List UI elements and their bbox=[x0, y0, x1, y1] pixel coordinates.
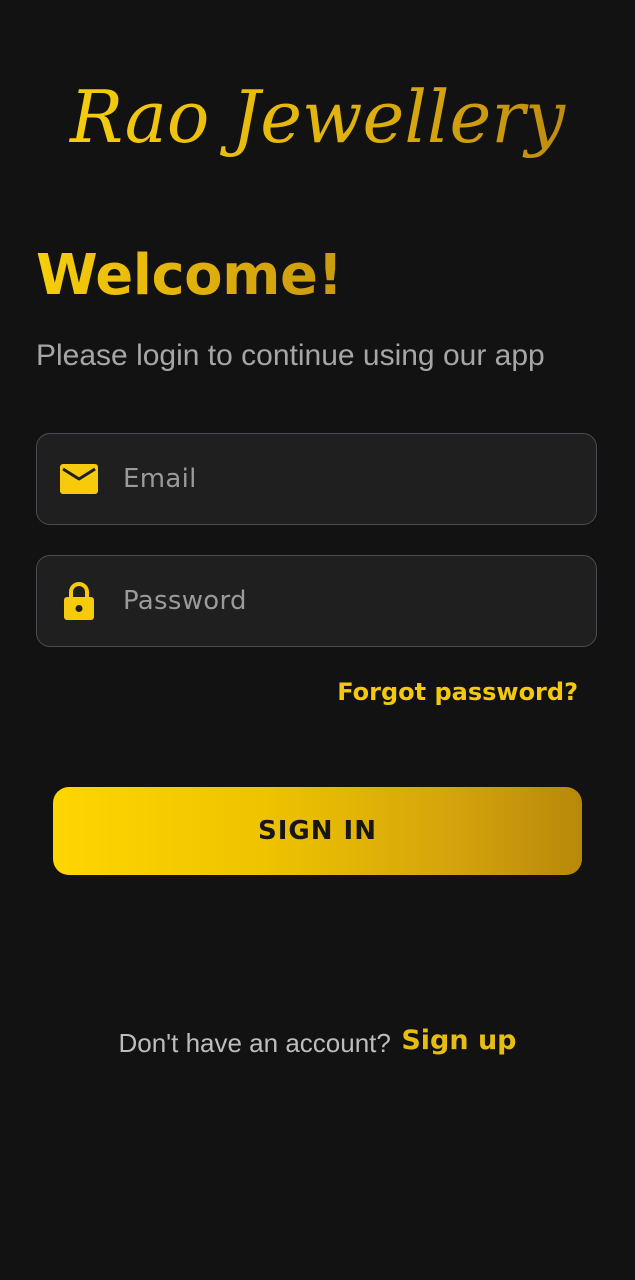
sign-up-link[interactable]: Sign up bbox=[401, 1025, 516, 1056]
welcome-title: Welcome! bbox=[36, 240, 343, 312]
signup-prompt: Don't have an account? bbox=[118, 1028, 391, 1058]
password-input[interactable] bbox=[121, 556, 576, 646]
login-screen: Rao Jewellery Welcome! Please login to c… bbox=[0, 0, 635, 1280]
lock-icon bbox=[59, 581, 99, 621]
sign-in-button[interactable]: SIGN IN bbox=[53, 787, 582, 875]
mail-icon bbox=[59, 459, 99, 499]
email-field[interactable] bbox=[36, 433, 597, 525]
brand-logo: Rao Jewellery bbox=[68, 75, 566, 159]
signup-row: Don't have an account? Sign up bbox=[0, 1025, 635, 1059]
login-subtitle: Please login to continue using our app bbox=[36, 339, 545, 372]
forgot-password-link[interactable]: Forgot password? bbox=[337, 676, 578, 708]
password-field[interactable] bbox=[36, 555, 597, 647]
brand-name: Rao Jewellery bbox=[68, 75, 566, 159]
email-input[interactable] bbox=[121, 434, 576, 524]
